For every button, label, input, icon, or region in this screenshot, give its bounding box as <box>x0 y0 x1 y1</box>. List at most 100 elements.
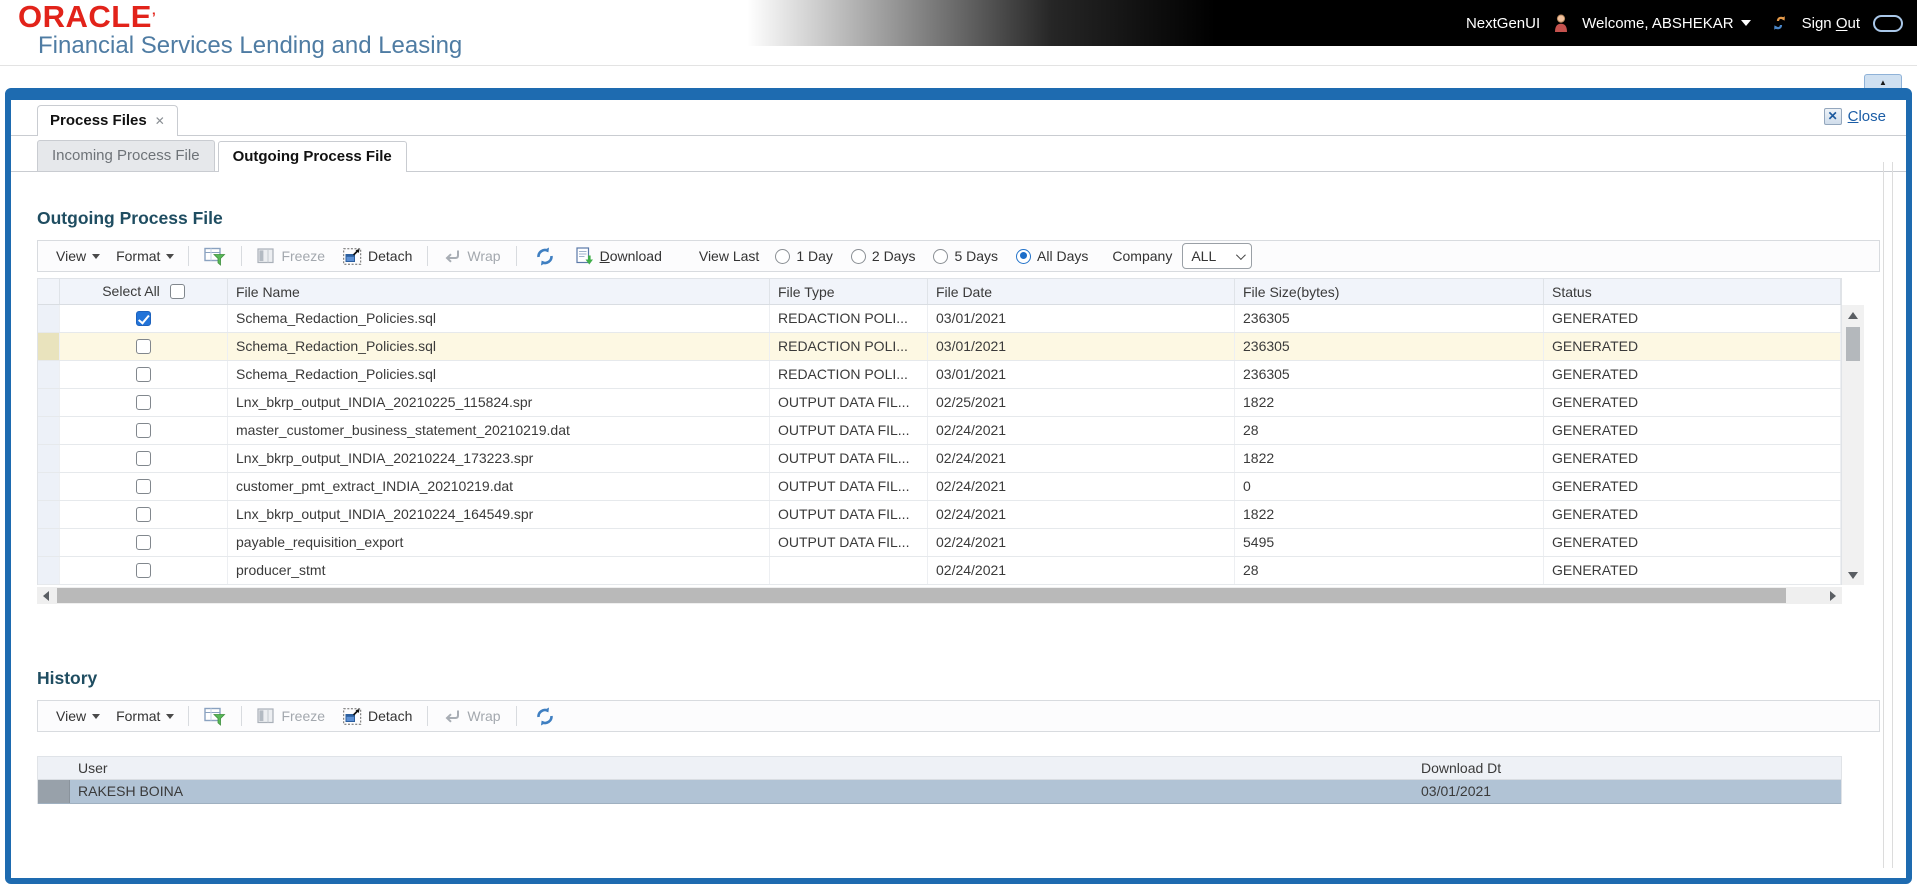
welcome-user-menu[interactable]: Welcome, ABSHEKAR <box>1582 15 1751 32</box>
table-row[interactable]: Lnx_bkrp_output_INDIA_20210224_164549.sp… <box>38 501 1841 529</box>
row-header-cell[interactable] <box>38 361 60 388</box>
history-table-body: RAKESH BOINA 03/01/2021 <box>38 780 1841 804</box>
cell-status: GENERATED <box>1544 445 1841 472</box>
cell-file-type: OUTPUT DATA FIL... <box>770 417 928 444</box>
cell-file-size: 1822 <box>1235 445 1544 472</box>
vertical-scrollbar-thumb[interactable] <box>1846 327 1860 361</box>
column-header-file-type[interactable]: File Type <box>770 279 928 304</box>
download-button[interactable]: Download <box>567 247 671 265</box>
row-header-cell[interactable] <box>38 501 60 528</box>
history-detach-button[interactable]: Detach <box>334 707 421 725</box>
scroll-up-button[interactable] <box>1842 305 1864 325</box>
detach-icon <box>343 247 362 265</box>
cell-file-type: REDACTION POLI... <box>770 361 928 388</box>
table-row[interactable]: Schema_Redaction_Policies.sql REDACTION … <box>38 305 1841 333</box>
table-row[interactable]: customer_pmt_extract_INDIA_20210219.dat … <box>38 473 1841 501</box>
detach-button[interactable]: Detach <box>334 247 421 265</box>
query-by-example-button[interactable] <box>195 247 235 266</box>
cell-status: GENERATED <box>1544 333 1841 360</box>
radio-label: 2 Days <box>871 248 916 264</box>
table-row[interactable]: payable_requisition_export OUTPUT DATA F… <box>38 529 1841 557</box>
horizontal-scrollbar[interactable] <box>37 587 1842 604</box>
row-checkbox[interactable] <box>136 563 151 578</box>
view-last-radio[interactable]: 1 Day <box>775 248 833 264</box>
row-checkbox[interactable] <box>136 507 151 522</box>
row-header-cell[interactable] <box>38 333 60 360</box>
cell-file-name: Lnx_bkrp_output_INDIA_20210224_164549.sp… <box>228 501 770 528</box>
view-last-radio[interactable]: 2 Days <box>850 248 916 264</box>
freeze-button[interactable]: Freeze <box>248 248 334 264</box>
app-subtitle: Financial Services Lending and Leasing <box>38 32 463 59</box>
cell-status: GENERATED <box>1544 557 1841 584</box>
history-query-by-example-button[interactable] <box>195 707 235 726</box>
column-header-download-dt[interactable]: Download Dt <box>1413 757 1841 779</box>
horizontal-scrollbar-thumb[interactable] <box>57 588 1786 603</box>
tab-incoming-process-file[interactable]: Incoming Process File <box>37 140 215 171</box>
close-button[interactable]: ✕ Close <box>1823 108 1886 125</box>
row-header-column <box>38 757 70 779</box>
column-header-file-size[interactable]: File Size(bytes) <box>1235 279 1544 304</box>
toolbar-separator <box>188 246 190 266</box>
row-checkbox[interactable] <box>136 479 151 494</box>
row-header-cell[interactable] <box>38 389 60 416</box>
table-row[interactable]: Schema_Redaction_Policies.sql REDACTION … <box>38 361 1841 389</box>
row-header-cell[interactable] <box>38 529 60 556</box>
view-last-radio[interactable]: 5 Days <box>933 248 998 264</box>
row-header-cell[interactable] <box>38 305 60 332</box>
row-header-cell[interactable] <box>38 780 70 803</box>
column-header-file-name[interactable]: File Name <box>228 279 770 304</box>
row-header-cell[interactable] <box>38 445 60 472</box>
triangle-down-icon <box>1848 571 1858 579</box>
tab-outgoing-process-file[interactable]: Outgoing Process File <box>217 141 407 172</box>
session-oval-icon[interactable] <box>1873 14 1903 32</box>
history-refresh-button[interactable] <box>523 707 567 726</box>
column-header-file-date[interactable]: File Date <box>928 279 1235 304</box>
table-row[interactable]: Lnx_bkrp_output_INDIA_20210224_173223.sp… <box>38 445 1841 473</box>
tab-process-files[interactable]: Process Files ✕ <box>37 105 178 136</box>
view-menu[interactable]: View <box>48 248 108 264</box>
select-all-checkbox[interactable] <box>169 284 185 299</box>
toolbar-separator <box>427 246 429 266</box>
column-header-user[interactable]: User <box>70 757 1413 779</box>
nextgenui-link[interactable]: NextGenUI <box>1466 15 1540 32</box>
history-wrap-button[interactable]: Wrap <box>434 708 509 724</box>
cell-file-size: 1822 <box>1235 389 1544 416</box>
history-table-header: User Download Dt <box>38 756 1841 780</box>
table-row[interactable]: Schema_Redaction_Policies.sql REDACTION … <box>38 333 1841 361</box>
history-freeze-button[interactable]: Freeze <box>248 708 334 724</box>
row-header-cell[interactable] <box>38 417 60 444</box>
row-checkbox[interactable] <box>136 367 151 382</box>
row-header-cell[interactable] <box>38 557 60 584</box>
row-checkbox[interactable] <box>136 451 151 466</box>
sign-out-button[interactable]: Sign Out <box>1802 15 1860 32</box>
table-row[interactable]: producer_stmt 02/24/2021 28 GENERATED <box>38 557 1841 585</box>
view-last-radio[interactable]: All Days <box>1016 248 1088 264</box>
row-checkbox[interactable] <box>136 395 151 410</box>
scroll-down-button[interactable] <box>1842 565 1864 585</box>
scroll-left-button[interactable] <box>37 587 55 604</box>
vertical-scrollbar[interactable] <box>1842 305 1864 585</box>
row-header-column <box>38 279 60 304</box>
row-checkbox[interactable] <box>136 311 151 326</box>
table-row[interactable]: Lnx_bkrp_output_INDIA_20210225_115824.sp… <box>38 389 1841 417</box>
company-select[interactable]: ALL <box>1182 243 1253 269</box>
format-menu[interactable]: Format <box>108 248 182 264</box>
toolbar-separator <box>427 706 429 726</box>
history-format-menu[interactable]: Format <box>108 708 182 724</box>
refresh-button[interactable] <box>523 247 567 266</box>
triangle-left-icon <box>43 590 49 601</box>
history-row[interactable]: RAKESH BOINA 03/01/2021 <box>38 780 1841 804</box>
row-header-cell[interactable] <box>38 473 60 500</box>
tab-close-icon[interactable]: ✕ <box>155 114 165 128</box>
row-checkbox[interactable] <box>136 339 151 354</box>
column-header-status[interactable]: Status <box>1544 279 1841 304</box>
table-row[interactable]: master_customer_business_statement_20210… <box>38 417 1841 445</box>
sign-out-icon <box>1770 15 1789 31</box>
collapse-panel-button[interactable]: ▲ <box>1864 74 1902 89</box>
wrap-button[interactable]: Wrap <box>434 248 509 264</box>
history-view-menu[interactable]: View <box>48 708 108 724</box>
scroll-right-button[interactable] <box>1824 587 1842 604</box>
row-checkbox[interactable] <box>136 423 151 438</box>
wrap-icon <box>443 249 461 263</box>
row-checkbox[interactable] <box>136 535 151 550</box>
